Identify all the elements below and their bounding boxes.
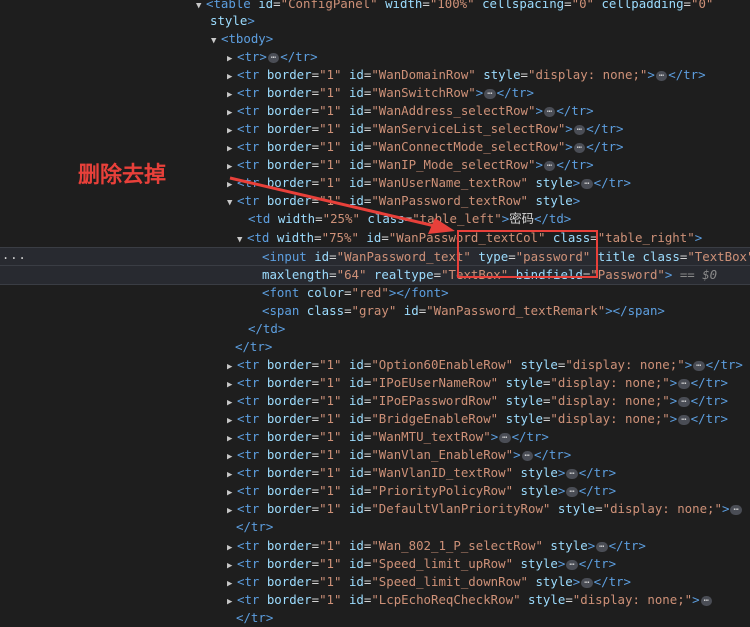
annotation-arrow-icon [229,176,455,234]
